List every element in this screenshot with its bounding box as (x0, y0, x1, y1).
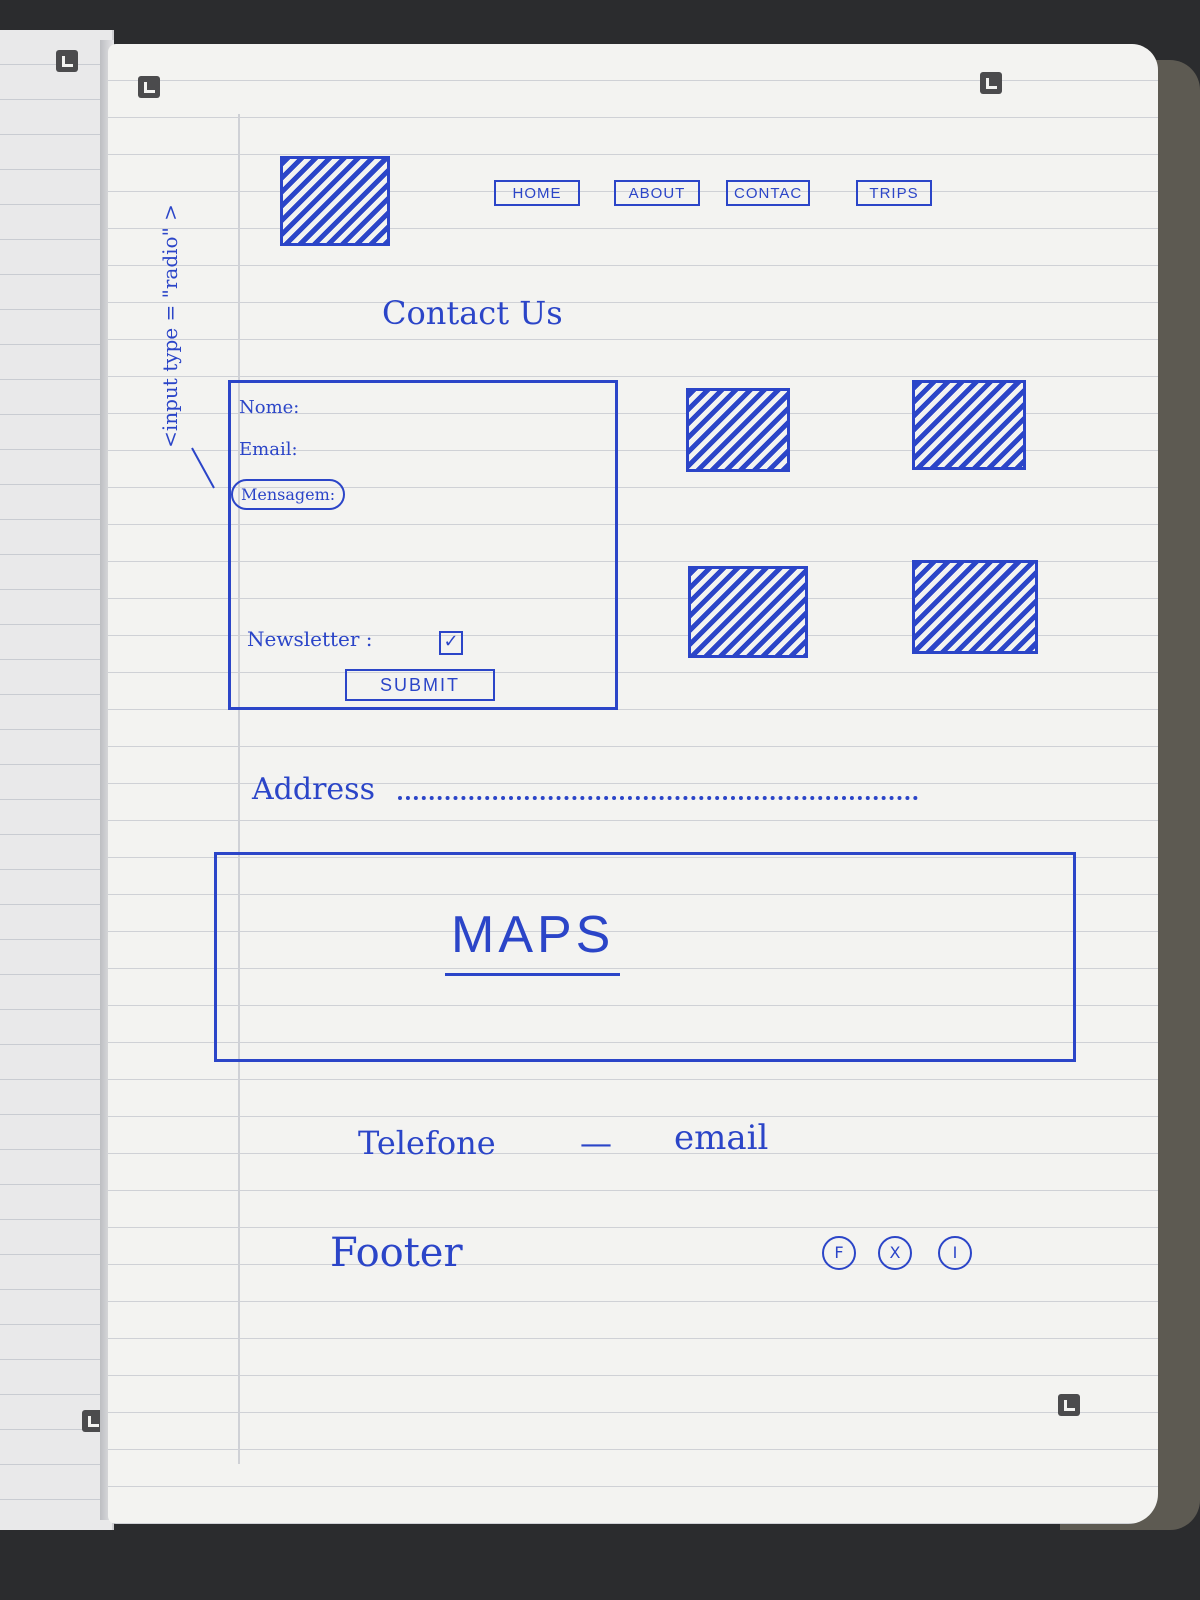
footer-label: Footer (330, 1230, 463, 1276)
page-corner-marker (1058, 1394, 1080, 1416)
map-label: MAPS (445, 905, 621, 976)
submit-button[interactable]: SUBMIT (345, 669, 495, 701)
address-label: Address (252, 772, 375, 807)
newsletter-checkbox[interactable]: ✓ (439, 631, 463, 655)
address-dotted-line (398, 796, 918, 800)
message-field-label[interactable]: Mensagem: (231, 479, 346, 510)
email-field-label[interactable]: Email: (239, 439, 298, 460)
contact-separator: — (580, 1124, 612, 1162)
nav-contact-button[interactable]: CONTAC (726, 180, 810, 206)
radio-annotation: <input type = "radio" > (157, 204, 182, 448)
newsletter-label: Newsletter : (247, 627, 373, 651)
logo-placeholder[interactable] (280, 156, 390, 246)
notebook-page: <input type = "radio" > HOME ABOUT CONTA… (108, 44, 1158, 1524)
page-corner-marker (138, 76, 160, 98)
image-placeholder (686, 388, 790, 472)
nav-home-button[interactable]: HOME (494, 180, 580, 206)
contact-email-label: email (674, 1118, 769, 1158)
page-title: Contact Us (382, 294, 563, 332)
name-field-label[interactable]: Nome: (239, 397, 299, 418)
image-placeholder (912, 380, 1026, 470)
annotation-pointer (191, 447, 215, 489)
phone-label: Telefone (358, 1124, 496, 1162)
margin-line (238, 114, 240, 1464)
map-placeholder[interactable]: MAPS (214, 852, 1076, 1062)
image-placeholder (688, 566, 808, 658)
page-corner-marker (980, 72, 1002, 94)
x-icon[interactable]: X (878, 1236, 912, 1270)
page-corner-marker (56, 50, 78, 72)
instagram-icon[interactable]: I (938, 1236, 972, 1270)
previous-page (0, 30, 114, 1530)
contact-form: Nome: Email: Mensagem: Newsletter : ✓ SU… (228, 380, 618, 710)
facebook-icon[interactable]: F (822, 1236, 856, 1270)
nav-trips-button[interactable]: TRIPS (856, 180, 932, 206)
image-placeholder (912, 560, 1038, 654)
nav-about-button[interactable]: ABOUT (614, 180, 700, 206)
